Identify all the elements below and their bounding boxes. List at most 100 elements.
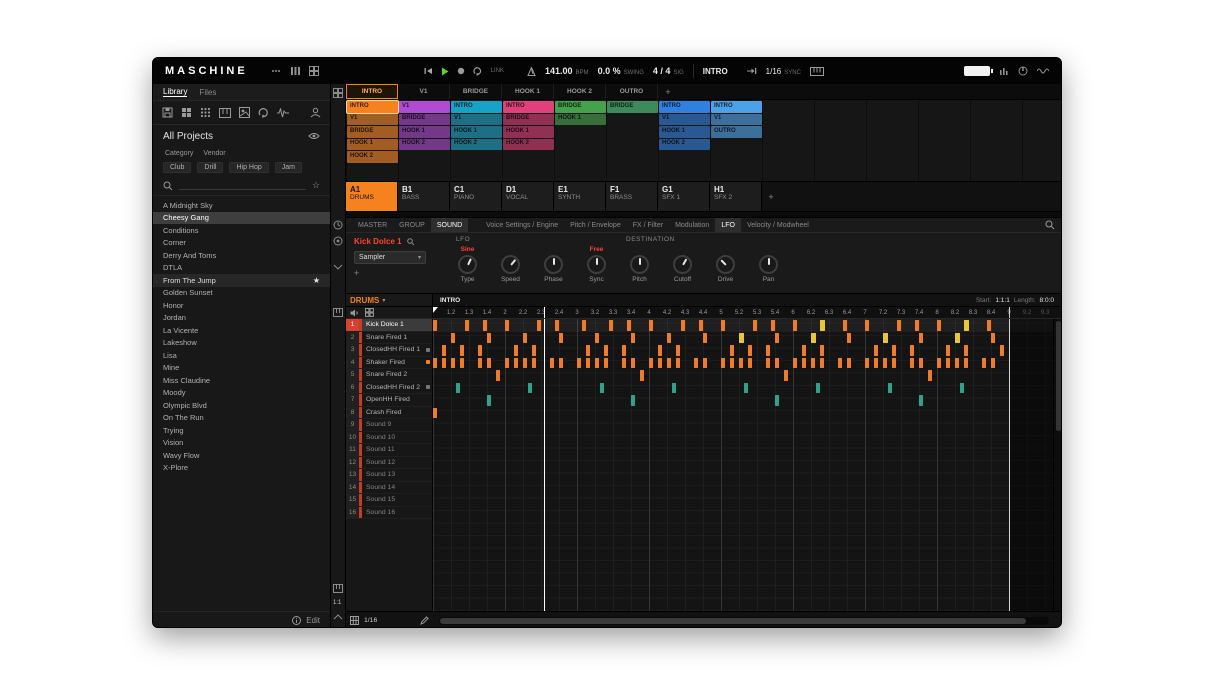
chevron-up-icon[interactable] <box>333 614 343 620</box>
piano-roll-toggle-icon[interactable] <box>333 308 343 317</box>
note[interactable] <box>793 320 797 331</box>
project-list-item[interactable]: X-Plore <box>153 462 330 475</box>
note[interactable] <box>622 345 626 356</box>
keyboard-view-icon[interactable] <box>333 584 343 593</box>
scene-tab-intro[interactable]: INTRO <box>346 84 398 99</box>
param-tab-lfo[interactable]: LFO <box>715 218 741 232</box>
keyboard-icon[interactable] <box>809 66 824 76</box>
note[interactable] <box>784 370 788 381</box>
search-icon[interactable] <box>163 181 173 191</box>
note[interactable] <box>478 345 482 356</box>
chevron-down-icon[interactable] <box>333 264 343 270</box>
note[interactable] <box>514 345 518 356</box>
play-button[interactable] <box>441 67 449 76</box>
pattern-clip-b1-hook-2[interactable]: HOOK 2 <box>399 138 450 150</box>
note[interactable] <box>631 395 635 406</box>
param-tab-modulation[interactable]: Modulation <box>669 218 715 232</box>
group-cell-a1[interactable]: A1 DRUMS <box>346 182 398 211</box>
pattern-clip-a1-hook-2[interactable]: HOOK 2 <box>347 151 398 163</box>
note[interactable] <box>847 357 851 368</box>
pattern-clip-h1-outro[interactable]: OUTRO <box>711 126 762 138</box>
projects-icon[interactable] <box>162 107 173 118</box>
pattern-clip-c1-hook-1[interactable]: HOOK 1 <box>451 126 502 138</box>
audio-engine-icon[interactable] <box>999 66 1009 76</box>
note[interactable] <box>919 357 923 368</box>
note[interactable] <box>433 407 437 418</box>
note[interactable] <box>766 357 770 368</box>
note[interactable] <box>820 345 824 356</box>
pattern-clip-h1-v1[interactable]: V1 <box>711 113 762 125</box>
pattern-end-line[interactable] <box>1009 319 1010 611</box>
note[interactable] <box>892 345 896 356</box>
sound-row-11[interactable]: 11 Sound 11 <box>346 444 432 457</box>
arranger-toggle-icon[interactable] <box>333 88 343 98</box>
note[interactable] <box>649 320 653 331</box>
note[interactable] <box>631 332 635 343</box>
favorites-filter-icon[interactable]: ☆ <box>312 180 320 191</box>
pattern-clip-g1-intro[interactable]: INTRO <box>659 101 710 113</box>
filter-tag-hip-hop[interactable]: Hip Hop <box>229 162 269 173</box>
loop-button[interactable] <box>473 66 483 76</box>
note[interactable] <box>577 357 581 368</box>
note[interactable] <box>487 357 491 368</box>
pattern-clip-c1-hook-2[interactable]: HOOK 2 <box>451 138 502 150</box>
sound-name-row[interactable]: Kick Dolce 1 <box>354 237 446 246</box>
note[interactable] <box>604 357 608 368</box>
project-list-item[interactable]: La Vicente <box>153 324 330 337</box>
timeline-ruler[interactable]: 1.2 1.3 1.4 2 2.2 2.3 2.4 3 3.2 3.3 3.4 4 4.2 4.3 4.4 5… <box>433 307 1061 318</box>
project-list-item[interactable]: Olympic Blvd <box>153 399 330 412</box>
note[interactable] <box>748 345 752 356</box>
project-list-item[interactable]: Jordan <box>153 312 330 325</box>
sound-row-1[interactable]: 1 Kick Dolce 1 <box>346 319 432 332</box>
note[interactable] <box>842 320 847 331</box>
note[interactable] <box>946 357 950 368</box>
note[interactable] <box>559 332 563 343</box>
note[interactable] <box>865 320 869 331</box>
note[interactable] <box>505 320 509 331</box>
project-list-item[interactable]: Vision <box>153 437 330 450</box>
project-list-item[interactable]: Corner <box>153 237 330 250</box>
note[interactable] <box>523 357 527 368</box>
note[interactable] <box>554 320 559 331</box>
record-button[interactable] <box>457 67 465 75</box>
link-toggle[interactable]: LINK <box>491 68 504 74</box>
project-list-item[interactable]: From The Jump ★ <box>153 274 330 287</box>
scene-tab-outro[interactable]: OUTRO <box>606 84 658 99</box>
note[interactable] <box>676 357 680 368</box>
pattern-clip-d1-hook-1[interactable]: HOOK 1 <box>503 126 554 138</box>
project-list-item[interactable]: Miss Claudine <box>153 374 330 387</box>
note[interactable] <box>460 357 464 368</box>
step-grid-icon[interactable] <box>350 616 359 625</box>
pattern-clip-a1-intro[interactable]: INTRO <box>347 101 398 113</box>
note[interactable] <box>802 345 806 356</box>
pattern-clip-d1-bridge[interactable]: BRIDGE <box>503 113 554 125</box>
pattern-clip-d1-hook-2[interactable]: HOOK 2 <box>503 138 554 150</box>
note[interactable] <box>604 345 608 356</box>
project-list-item[interactable]: Moody <box>153 387 330 400</box>
note[interactable] <box>964 320 969 331</box>
knob[interactable] <box>501 255 520 274</box>
note[interactable] <box>671 382 676 393</box>
note[interactable] <box>896 320 901 331</box>
note[interactable] <box>667 332 671 343</box>
scene-tab-hook-2[interactable]: HOOK 2 <box>554 84 606 99</box>
search-input[interactable] <box>179 181 306 190</box>
knob[interactable] <box>458 255 477 274</box>
sound-row-5[interactable]: 5 Snare Fired 2 <box>346 369 432 382</box>
sound-row-12[interactable]: 12 Sound 12 <box>346 456 432 469</box>
sidebar-tab-library[interactable]: Library <box>163 87 188 97</box>
note[interactable] <box>946 345 950 356</box>
pattern-clip-a1-bridge[interactable]: BRIDGE <box>347 126 398 138</box>
pattern-clip-e1-bridge[interactable]: BRIDGE <box>555 101 606 113</box>
sound-row-6[interactable]: 6 ClosedHH Fired 2 <box>346 381 432 394</box>
horizontal-scrollbar-thumb[interactable] <box>440 617 1026 624</box>
note[interactable] <box>910 357 914 368</box>
note[interactable] <box>703 357 707 368</box>
note[interactable] <box>955 332 960 343</box>
ideas-view-icon[interactable] <box>308 66 319 76</box>
sound-row-7[interactable]: 7 OpenHH Fired <box>346 394 432 407</box>
note[interactable] <box>775 395 779 406</box>
restart-button[interactable] <box>424 67 433 75</box>
note[interactable] <box>658 357 662 368</box>
param-tab-voice-settings-engine[interactable]: Voice Settings / Engine <box>480 218 564 232</box>
